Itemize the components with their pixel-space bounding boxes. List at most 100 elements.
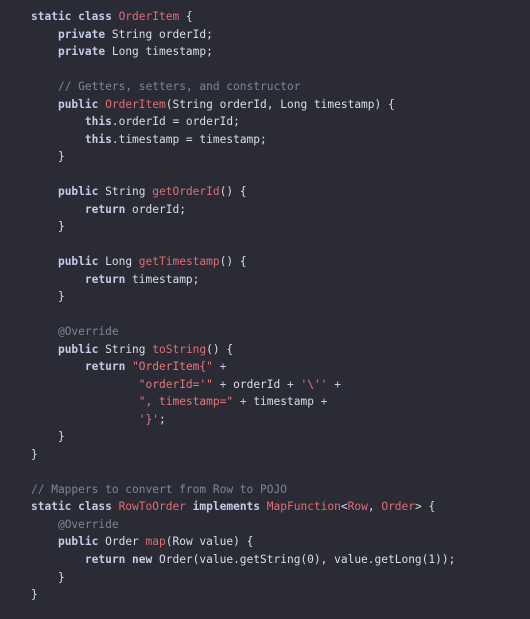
code-token-fn: getTimestamp: [138, 255, 220, 269]
code-token-type: OrderItem: [118, 10, 180, 23]
code-token-op: +: [219, 360, 227, 374]
code-token-kw: public: [57, 185, 99, 199]
code-line: ​: [31, 166, 455, 184]
code-line: this.orderId = orderId;: [31, 113, 455, 131]
code-line: @Override: [31, 516, 455, 534]
code-line: ", timestamp=" + timestamp +: [31, 393, 455, 411]
code-token-kw: this: [84, 115, 112, 129]
code-line: }: [31, 428, 455, 446]
code-token-comment: // Mappers to convert from Row to POJO: [31, 482, 287, 496]
code-line: private Long timestamp;: [31, 43, 455, 61]
code-token-plain: orderId;: [125, 202, 186, 216]
code-token-kw: public: [57, 535, 99, 549]
code-line: public OrderItem(String orderId, Long ti…: [31, 96, 455, 114]
code-token-plain: ;: [159, 412, 166, 426]
code-token-str: "OrderItem{": [132, 360, 213, 374]
code-line: return "OrderItem{" +: [31, 358, 455, 376]
code-token-comment: // Getters, setters, and constructor: [57, 80, 301, 94]
code-line: }: [31, 446, 455, 464]
code-token-plain: <: [340, 500, 348, 514]
code-token-plain: .orderId = orderId;: [111, 115, 240, 129]
code-token-plain: () {: [219, 255, 247, 269]
code-token-str: ", timestamp=": [138, 395, 234, 409]
code-token-plain: timestamp: [246, 395, 321, 409]
code-token-kw: static class: [31, 500, 119, 514]
code-token-op: +: [334, 377, 341, 391]
source-code-block[interactable]: static class OrderItem { private String …: [31, 8, 455, 604]
code-token-plain: > {: [415, 500, 436, 514]
code-token-op: +: [320, 395, 328, 409]
code-line: static class RowToOrder implements MapFu…: [31, 498, 455, 516]
code-line: // Getters, setters, and constructor: [31, 78, 455, 96]
code-token-kw: this: [84, 132, 112, 146]
code-token-plain: Long timestamp;: [105, 45, 213, 59]
code-token-kw: return new: [84, 552, 153, 566]
code-token-anno: @Override: [57, 517, 119, 531]
code-token-kw: implements: [192, 500, 261, 514]
code-line: return new Order(value.getString(0), val…: [31, 551, 455, 569]
code-line: this.timestamp = timestamp;: [31, 131, 455, 149]
code-line: @Override: [31, 323, 455, 341]
code-line: }: [31, 148, 455, 166]
code-line: "orderId='" + orderId + '\'' +: [31, 376, 455, 394]
code-line: ​: [31, 61, 455, 79]
code-token-kw: return: [84, 202, 126, 216]
code-token-kw: return: [84, 360, 126, 374]
code-token-plain: String: [98, 185, 153, 199]
code-token-plain: (String orderId, Long timestamp) {: [165, 97, 395, 111]
code-line: }: [31, 569, 455, 587]
code-token-plain: String orderId;: [105, 27, 213, 41]
code-token-plain: ,: [367, 500, 382, 514]
code-token-plain: (Row value) {: [165, 535, 254, 549]
code-token-op: +: [239, 395, 247, 409]
code-line: }: [31, 218, 455, 236]
code-token-plain: }: [31, 447, 38, 461]
code-token-fn: getOrderId: [152, 185, 220, 199]
code-line: public Long getTimestamp() {: [31, 253, 455, 271]
code-editor-pane: static class OrderItem { private String …: [0, 0, 530, 619]
code-line: '}';: [31, 411, 455, 429]
code-token-plain: Long: [98, 255, 139, 269]
code-line: public Order map(Row value) {: [31, 533, 455, 551]
code-line: ​: [31, 463, 455, 481]
code-token-type: Row: [347, 500, 368, 514]
code-token-anno: @Override: [57, 325, 119, 339]
code-token-kw: public: [57, 342, 99, 356]
code-token-type: RowToOrder: [118, 500, 186, 514]
code-token-plain: }: [31, 430, 65, 444]
code-token-kw: public: [57, 97, 106, 111]
code-token-plain: String: [98, 342, 153, 356]
code-token-fn: toString: [152, 342, 207, 356]
code-line: ​: [31, 236, 455, 254]
code-token-str: '\'': [300, 377, 328, 391]
code-line: static class OrderItem {: [31, 8, 455, 26]
code-token-plain: orderId: [226, 377, 287, 391]
code-line: private String orderId;: [31, 26, 455, 44]
code-token-plain: Order(value.getString(0), value.getLong(…: [152, 552, 456, 566]
code-token-plain: timestamp;: [125, 272, 200, 286]
code-token-kw: static class: [31, 10, 119, 23]
code-token-fn: map: [145, 535, 166, 549]
code-token-kw: return: [84, 272, 126, 286]
